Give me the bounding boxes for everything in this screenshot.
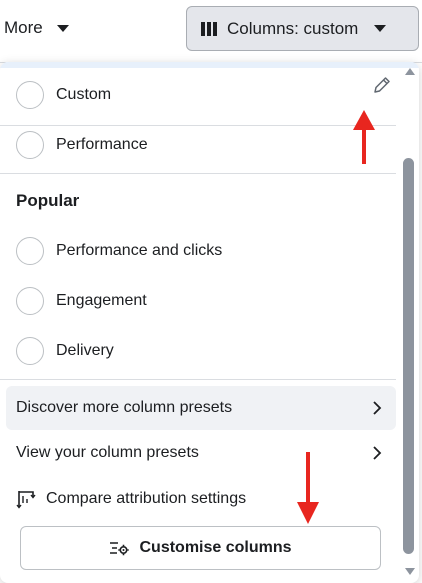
annotation-arrow-down-icon	[297, 452, 319, 524]
radio-button[interactable]	[16, 81, 44, 109]
toolbar: More Columns: custom	[0, 0, 422, 62]
preset-label: Engagement	[56, 292, 147, 309]
scroll-up-arrow-icon[interactable]	[405, 68, 415, 75]
compare-attribution-settings-link[interactable]: Compare attribution settings	[16, 488, 246, 510]
discover-label: Discover more column presets	[16, 399, 233, 416]
columns-dropdown-button[interactable]: Columns: custom	[186, 6, 419, 51]
divider	[0, 173, 396, 174]
customise-label: Customise columns	[139, 539, 292, 556]
compare-attribution-icon	[16, 491, 36, 509]
preset-label: Performance	[56, 136, 148, 153]
columns-label: Columns: custom	[227, 18, 359, 38]
divider	[0, 379, 396, 380]
settings-sliders-icon	[110, 542, 130, 556]
preset-option-custom[interactable]: Custom	[0, 71, 396, 119]
radio-button[interactable]	[16, 337, 44, 365]
preset-option-performance[interactable]: Performance	[0, 121, 396, 169]
more-label: More	[4, 18, 43, 37]
compare-label: Compare attribution settings	[46, 490, 247, 507]
scrollbar-thumb[interactable]	[403, 158, 414, 554]
preset-label: Performance and clicks	[56, 242, 223, 259]
annotation-arrow-up-icon	[353, 110, 375, 164]
chevron-right-icon	[373, 446, 382, 460]
pencil-icon[interactable]	[371, 74, 393, 96]
preset-option-performance-clicks[interactable]: Performance and clicks	[0, 227, 396, 275]
view-label: View your column presets	[16, 444, 199, 461]
panel-top-highlight	[0, 62, 419, 68]
caret-down-icon	[374, 25, 387, 32]
discover-column-presets-link[interactable]: Discover more column presets	[6, 386, 396, 430]
preset-option-engagement[interactable]: Engagement	[0, 277, 396, 325]
scroll-down-arrow-icon[interactable]	[405, 568, 415, 575]
columns-icon	[201, 21, 217, 36]
chevron-right-icon	[373, 401, 382, 415]
preset-label: Delivery	[56, 342, 114, 359]
section-title-popular: Popular	[16, 191, 80, 210]
radio-button[interactable]	[16, 287, 44, 315]
preset-label: Custom	[56, 86, 112, 103]
caret-down-icon	[56, 24, 69, 32]
more-dropdown-button[interactable]: More	[4, 12, 69, 44]
view-column-presets-link[interactable]: View your column presets	[6, 431, 396, 475]
radio-button[interactable]	[16, 237, 44, 265]
preset-option-delivery[interactable]: Delivery	[0, 327, 396, 375]
radio-button[interactable]	[16, 131, 44, 159]
customise-columns-button[interactable]: Customise columns	[20, 526, 381, 570]
